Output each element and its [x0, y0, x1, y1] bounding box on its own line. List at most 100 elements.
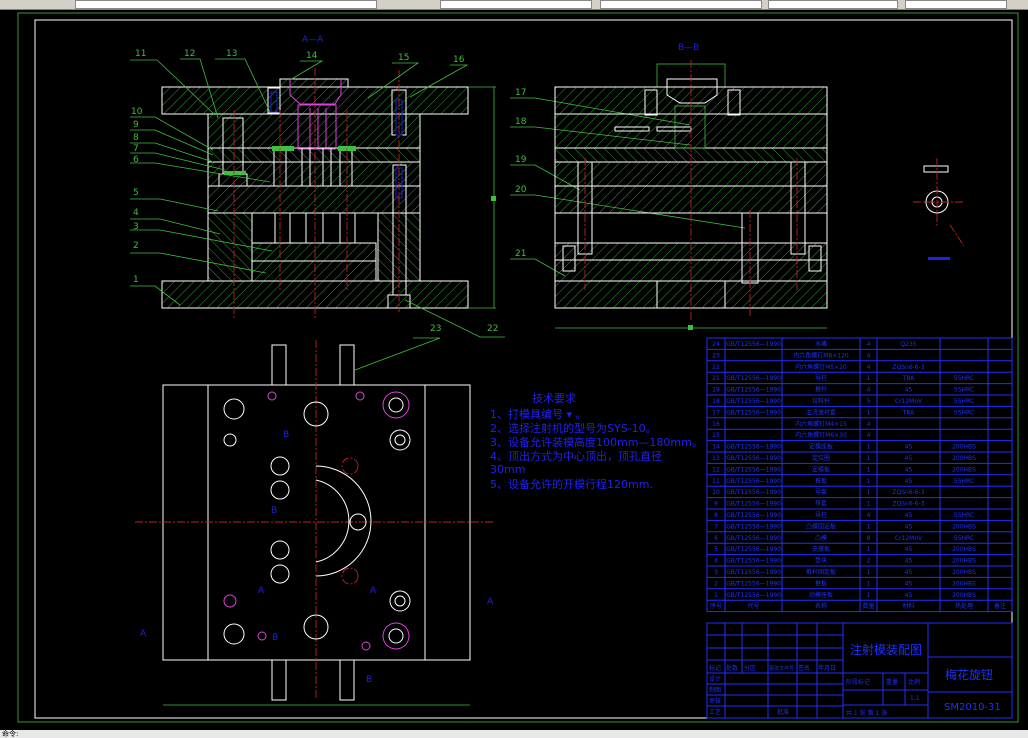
svg-text:15: 15	[398, 53, 409, 63]
table-cell: 13	[712, 455, 720, 462]
table-cell: 8	[867, 535, 871, 542]
table-cell: 6	[714, 535, 718, 542]
table-cell: 序号	[710, 602, 722, 610]
svg-text:A: A	[140, 629, 147, 639]
svg-text:B: B	[283, 430, 289, 440]
table-cell: 12	[712, 466, 720, 473]
table-cell: 凸模	[815, 534, 827, 542]
svg-text:14: 14	[306, 51, 318, 61]
svg-text:重量: 重量	[886, 678, 898, 686]
table-cell: 热处理	[955, 602, 973, 610]
table-row: 18 GB/T12556—1990 拉料杆 5 Cr12MoV 55HRC	[712, 397, 974, 405]
table-cell: 材料	[902, 602, 914, 610]
tech-title: 技术要求	[532, 392, 576, 405]
table-row: 17 GB/T12556—1990 主浇道衬套 1 T8A 55HRC	[712, 408, 974, 416]
svg-text:批准: 批准	[777, 708, 789, 716]
table-cell: 4	[867, 421, 871, 428]
table-cell: 15	[712, 432, 720, 439]
table-cell: 1	[714, 592, 718, 599]
table-cell: 200HBS	[952, 466, 976, 473]
table-cell: 45	[905, 444, 913, 451]
section-b-b: B—B	[554, 43, 828, 330]
table-row: 7 GB/T12556—1990 凸模固定板 1 45 200HBS	[714, 522, 976, 530]
svg-text:6: 6	[133, 155, 139, 165]
svg-text:19: 19	[515, 155, 527, 165]
table-cell: 1	[867, 580, 871, 587]
table-cell: 55HRC	[954, 409, 974, 416]
drawing-title: 注射模装配图	[850, 642, 922, 657]
table-row: 9 GB/T12556—1990 导套 1 ZQSn6-6-3	[714, 500, 925, 508]
title-block: 注射模装配图 梅花旋钮 SM2010-31 标记 处数 分区 更改文件号 签名 …	[706, 622, 1013, 719]
table-cell: GB/T12556—1990	[726, 489, 781, 496]
table-cell: GB/T12556—1990	[726, 466, 781, 473]
table-cell: 21	[712, 375, 720, 382]
table-cell: 7	[714, 523, 718, 530]
table-cell: 45	[905, 558, 913, 565]
table-cell: 1	[867, 569, 871, 576]
table-cell: 22	[712, 364, 720, 371]
table-row: 4 GB/T12556—1990 垫块 2 45 200HBS	[714, 557, 976, 565]
spacer-left	[207, 212, 253, 282]
svg-text:13: 13	[226, 49, 237, 59]
table-row: 21 GB/T12556—1990 导柱 1 T8A 55HRC	[712, 374, 974, 382]
table-row: 2 GB/T12556—1990 推板 1 45 200HBS	[714, 579, 976, 587]
table-cell: 1	[867, 592, 871, 599]
table-cell: 5	[867, 398, 871, 405]
table-cell: 200HBS	[952, 444, 976, 451]
table-cell: 导柱	[815, 511, 827, 519]
table-cell: 45	[905, 387, 913, 394]
table-cell: 推杆	[815, 386, 827, 394]
svg-text:10: 10	[131, 107, 143, 117]
table-cell: 1	[867, 466, 871, 473]
table-cell: GB/T12556—1990	[726, 592, 781, 599]
table-cell: 45	[905, 592, 913, 599]
svg-text:A: A	[258, 586, 265, 596]
table-row: 10 GB/T12556—1990 导套 1 ZQSn6-6-3	[712, 488, 925, 496]
svg-text:B: B	[366, 675, 372, 685]
svg-text:3: 3	[133, 222, 139, 232]
table-cell: 19	[712, 387, 720, 394]
table-cell: T8A	[902, 409, 915, 416]
drawing-canvas[interactable]: A—A 11 12 13 14 15 16 10 9 8 7 6 5 4 3 2…	[0, 0, 1028, 738]
table-cell: 45	[905, 569, 913, 576]
table-cell: 24	[712, 341, 720, 348]
svg-text:16: 16	[453, 55, 465, 65]
table-cell: 1	[867, 375, 871, 382]
table-cell: 16	[712, 421, 720, 428]
table-cell: 备注	[994, 602, 1006, 610]
table-row: 5 GB/T12556—1990 支撑板 1 45 200HBS	[714, 545, 976, 553]
table-row: 23 内六角螺钉M8×120 4	[712, 351, 870, 359]
table-cell: 推板	[815, 579, 827, 587]
table-cell: 定模板	[812, 465, 830, 473]
svg-text:A: A	[370, 586, 377, 596]
table-cell: 3	[714, 569, 718, 576]
table-cell: 导柱	[815, 374, 827, 382]
table-cell: 200HBS	[952, 580, 976, 587]
table-cell: 4	[867, 387, 871, 394]
table-cell: 45	[905, 455, 913, 462]
svg-text:年月日: 年月日	[818, 664, 836, 672]
svg-text:1:1: 1:1	[910, 695, 920, 702]
svg-text:2: 2	[133, 241, 139, 251]
table-cell: 9	[714, 501, 718, 508]
table-cell: Cr12MoV	[895, 398, 923, 405]
table-cell: 1	[867, 478, 871, 485]
svg-text:3、设备允许装模高度100mm—180mm。: 3、设备允许装模高度100mm—180mm。	[490, 435, 703, 449]
table-cell: 水嘴	[815, 340, 827, 348]
table-cell: GB/T12556—1990	[726, 341, 781, 348]
svg-text:17: 17	[515, 88, 526, 98]
table-cell: 55HRC	[954, 375, 974, 382]
table-cell: GB/T12556—1990	[726, 546, 781, 553]
table-cell: 数量	[862, 602, 874, 610]
table-cell: 8	[714, 512, 718, 519]
table-cell: GB/T12556—1990	[726, 558, 781, 565]
table-row: 19 GB/T12556—1990 推杆 4 45 55HRC	[712, 386, 974, 394]
table-cell: 垫块	[815, 557, 827, 565]
table-cell: 4	[867, 341, 871, 348]
svg-text:11: 11	[135, 49, 146, 59]
command-line[interactable]: 命令:	[0, 730, 1028, 738]
command-prompt: 命令:	[2, 730, 19, 738]
table-cell: GB/T12556—1990	[726, 501, 781, 508]
table-cell: GB/T12556—1990	[726, 455, 781, 462]
table-cell: 4	[867, 432, 871, 439]
